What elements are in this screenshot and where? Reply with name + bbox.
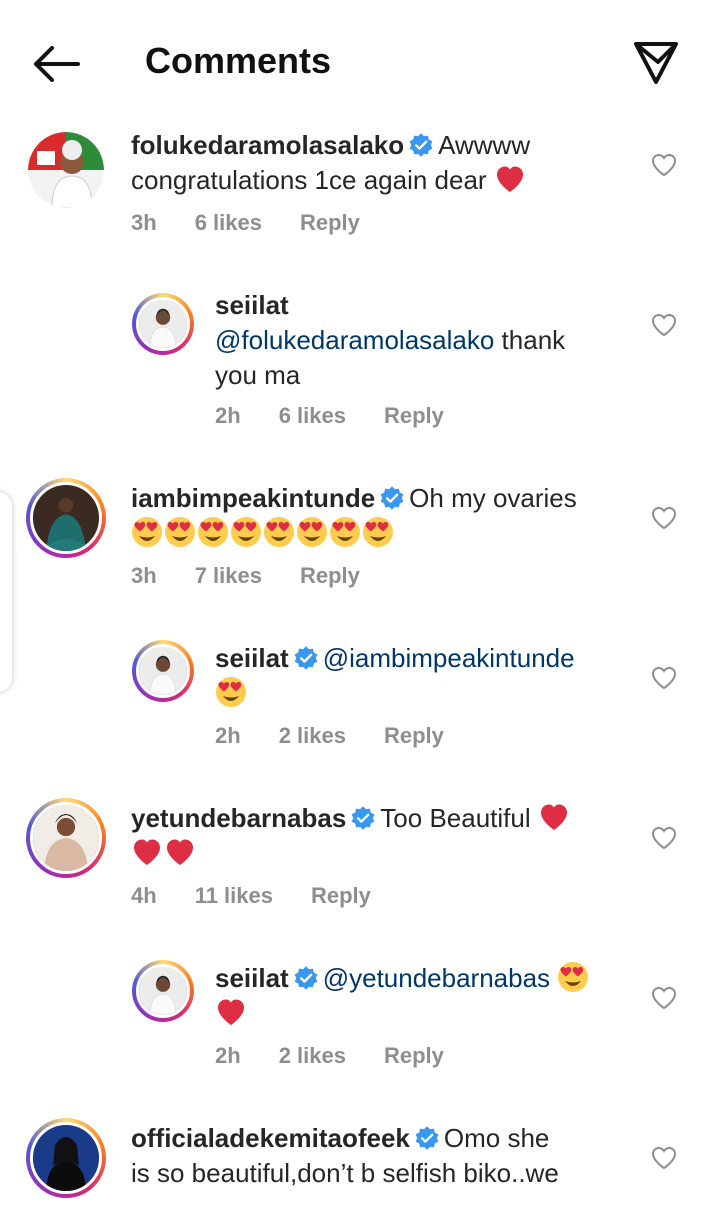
comment-time: 3h	[131, 563, 157, 588]
back-button[interactable]	[28, 40, 84, 88]
red-heart-emoji	[494, 163, 526, 195]
avatar[interactable]	[26, 1118, 106, 1198]
comment-likes[interactable]: 2 likes	[279, 1043, 346, 1068]
comment-body: Omo she	[443, 1123, 550, 1153]
reply-meta: 2h 2 likes Reply	[215, 723, 482, 749]
avatar[interactable]	[132, 293, 194, 355]
mention-link[interactable]: @folukedaramolasalako	[215, 325, 494, 355]
heart-eyes-emoji	[557, 961, 589, 993]
comment-text: yetundebarnabas Too Beautiful	[131, 801, 631, 871]
reply-button[interactable]: Reply	[384, 403, 444, 428]
avatar[interactable]	[132, 960, 194, 1022]
reply-button[interactable]: Reply	[300, 210, 360, 235]
heart-eyes-emoji	[230, 516, 262, 548]
avatar[interactable]	[132, 640, 194, 702]
red-heart-emoji	[131, 836, 163, 868]
reply-button[interactable]: Reply	[300, 563, 360, 588]
reply-username[interactable]: seiilat	[215, 963, 289, 993]
comment-time: 2h	[215, 723, 241, 748]
like-heart-icon[interactable]	[650, 151, 678, 179]
comment-time: 4h	[131, 883, 157, 908]
like-heart-icon[interactable]	[650, 1144, 678, 1172]
avatar[interactable]	[26, 478, 106, 558]
reply-button[interactable]: Reply	[384, 723, 444, 748]
comment-text: iambimpeakintunde Oh my ovaries	[131, 481, 631, 551]
comment-body: Too Beautiful	[380, 803, 531, 833]
heart-eyes-emoji	[197, 516, 229, 548]
reply-button[interactable]: Reply	[384, 1043, 444, 1068]
comment-time: 3h	[131, 210, 157, 235]
verified-icon	[293, 965, 319, 991]
comment-time: 2h	[215, 1043, 241, 1068]
reply-meta: 2h 6 likes Reply	[215, 403, 482, 429]
heart-eyes-emoji	[362, 516, 394, 548]
reply-username[interactable]: seiilat	[215, 290, 289, 320]
reply-body: thank	[494, 325, 566, 355]
like-heart-icon[interactable]	[650, 504, 678, 532]
reply-text: seiilat @yetundebarnabas	[215, 961, 645, 1031]
page-title: Comments	[145, 40, 332, 81]
heart-eyes-emoji	[263, 516, 295, 548]
reply-meta: 2h 2 likes Reply	[215, 1043, 482, 1069]
avatar[interactable]	[26, 798, 106, 878]
send-icon	[634, 42, 678, 84]
red-heart-emoji	[538, 801, 570, 833]
reply-text: seiilat @iambimpeakintunde	[215, 641, 645, 711]
red-heart-emoji	[215, 996, 247, 1028]
comment-username[interactable]: yetundebarnabas	[131, 803, 346, 833]
comment-meta: 3h 7 likes Reply	[131, 563, 398, 589]
side-edge-card	[0, 492, 12, 692]
comment-time: 2h	[215, 403, 241, 428]
comment-text: folukedaramolasalako Awwww congratulation…	[131, 128, 611, 198]
share-button[interactable]	[628, 36, 684, 88]
back-arrow-icon	[34, 46, 80, 82]
comment-username[interactable]: iambimpeakintunde	[131, 483, 375, 513]
verified-icon	[379, 485, 405, 511]
heart-eyes-emoji	[296, 516, 328, 548]
like-heart-icon[interactable]	[650, 824, 678, 852]
comment-likes[interactable]: 11 likes	[195, 883, 273, 908]
heart-eyes-emoji	[329, 516, 361, 548]
comment-likes[interactable]: 2 likes	[279, 723, 346, 748]
comment-meta: 4h 11 likes Reply	[131, 883, 409, 909]
comment-text: officialadekemitaofeek Omo she is so beau…	[131, 1121, 631, 1193]
verified-icon	[408, 132, 434, 158]
comment-body: Awwww	[438, 130, 531, 160]
heart-eyes-emoji	[215, 676, 247, 708]
comment-likes[interactable]: 7 likes	[195, 563, 262, 588]
heart-eyes-emoji	[164, 516, 196, 548]
like-heart-icon[interactable]	[650, 984, 678, 1012]
comment-likes[interactable]: 6 likes	[279, 403, 346, 428]
comment-username[interactable]: folukedaramolasalako	[131, 130, 404, 160]
comment-body: Oh my ovaries	[409, 483, 577, 513]
like-heart-icon[interactable]	[650, 311, 678, 339]
verified-icon	[414, 1125, 440, 1151]
verified-icon	[293, 645, 319, 671]
reply-button[interactable]: Reply	[311, 883, 371, 908]
comment-body-cont: is so beautiful,don’t b selfish biko..we	[131, 1158, 559, 1188]
mention-link[interactable]: @iambimpeakintunde	[323, 643, 575, 673]
avatar[interactable]	[28, 132, 104, 208]
reply-username[interactable]: seiilat	[215, 643, 289, 673]
heart-eyes-emoji	[131, 516, 163, 548]
header-bar: Comments	[0, 0, 720, 125]
comment-body-cont: congratulations 1ce again dear	[131, 165, 487, 195]
heart-eyes-emoji-row	[131, 518, 395, 548]
reply-body-cont: you ma	[215, 360, 301, 390]
comment-meta: 3h 6 likes Reply	[131, 210, 398, 236]
comment-likes[interactable]: 6 likes	[195, 210, 262, 235]
red-heart-emoji	[164, 836, 196, 868]
like-heart-icon[interactable]	[650, 664, 678, 692]
verified-icon	[350, 805, 376, 831]
reply-text: seiilat @folukedaramolasalako thank you …	[215, 288, 635, 393]
comment-username[interactable]: officialadekemitaofeek	[131, 1123, 410, 1153]
mention-link[interactable]: @yetundebarnabas	[323, 963, 550, 993]
